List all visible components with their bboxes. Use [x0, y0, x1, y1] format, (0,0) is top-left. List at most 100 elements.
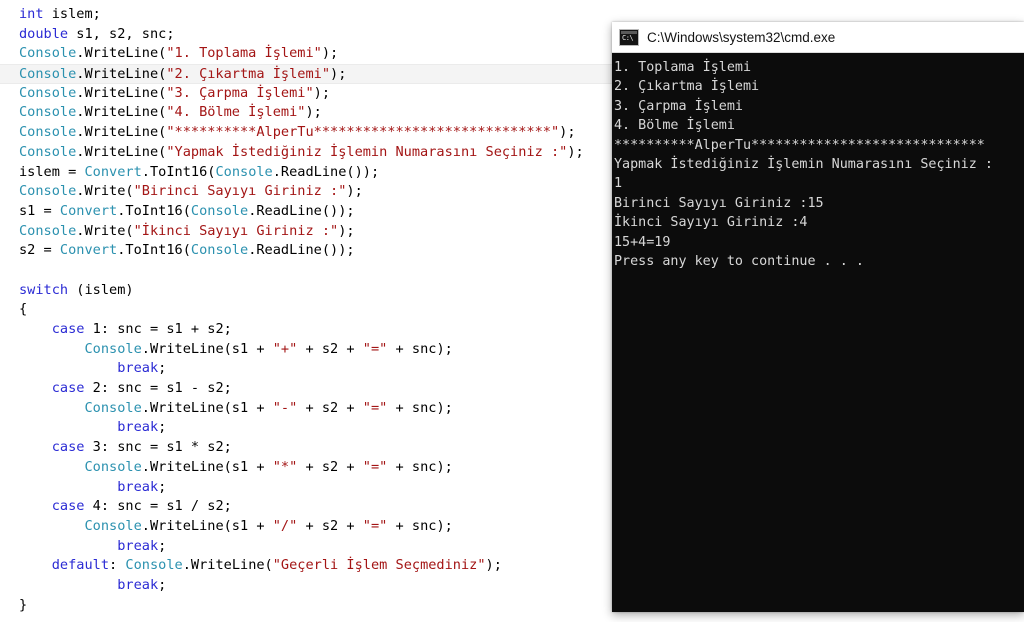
code-token-str: "Birinci Sayıyı Giriniz :"	[133, 183, 347, 200]
code-token-pl: + s2 +	[297, 399, 363, 416]
code-token-kw: break	[117, 419, 159, 436]
code-token-type: Console	[19, 183, 77, 200]
code-token-type: Console	[125, 557, 183, 574]
code-token-kw: case	[51, 380, 85, 397]
code-token-type: Convert	[84, 163, 142, 180]
code-token-kw: case	[51, 439, 85, 456]
code-token-str: "-"	[272, 399, 298, 416]
code-token-pl: );	[567, 143, 584, 160]
code-token-pl: :	[109, 557, 126, 574]
code-token-pl: );	[305, 104, 322, 121]
code-token-pl: .Write(	[76, 222, 134, 239]
code-token-pl: .WriteLine(	[76, 124, 167, 141]
code-token-pl: + s2 +	[297, 517, 363, 534]
code-token-pl: .ToInt16(	[141, 163, 216, 180]
code-token-pl: + snc);	[387, 517, 453, 534]
code-token-pl: islem =	[19, 163, 85, 180]
code-token-str: "4. Bölme İşlemi"	[166, 104, 306, 121]
code-token-type: Console	[84, 340, 142, 357]
code-token-pl: 2: snc = s1 - s2;	[84, 380, 232, 397]
console-output: 1. Toplama İşlemi 2. Çıkartma İşlemi 3. Ça…	[612, 53, 1024, 271]
code-token-pl: ;	[158, 360, 167, 377]
code-token-pl: s2 =	[19, 242, 60, 259]
console-line: 15+4=19	[614, 234, 671, 250]
code-token-pl: 4: snc = s1 / s2;	[84, 498, 232, 515]
code-token-type: Convert	[59, 202, 118, 219]
code-token-pl: + s2 +	[297, 458, 363, 475]
code-token-type: Console	[190, 202, 249, 219]
code-token-type: Console	[19, 84, 77, 101]
console-title-text: C:\Windows\system32\cmd.exe	[647, 29, 836, 45]
code-token-kw: break	[117, 360, 159, 377]
code-token-pl: s1 =	[19, 202, 60, 219]
code-token-pl: + snc);	[387, 399, 453, 416]
code-token-pl: islem;	[43, 6, 101, 22]
code-token-str: "="	[362, 399, 388, 416]
code-token-pl: .WriteLine(	[76, 66, 167, 83]
code-token-kw: default	[51, 557, 110, 574]
code-token-pl: .WriteLine(s1 +	[141, 517, 273, 534]
code-token-pl: );	[313, 84, 331, 101]
code-token-kw: switch	[19, 281, 69, 298]
code-token-pl: ;	[158, 576, 167, 593]
console-line: **********AlperTu***********************…	[614, 137, 985, 153]
code-token-type: Console	[19, 66, 77, 83]
code-token-type: Console	[19, 222, 77, 239]
code-token-str: "Geçerli İşlem Seçmediniz"	[272, 557, 486, 574]
code-token-pl: .WriteLine(	[76, 104, 167, 121]
code-token-type: Console	[215, 163, 273, 180]
code-token-kw: break	[117, 478, 159, 495]
code-token-pl: );	[321, 45, 339, 62]
code-token-kw: int	[19, 6, 44, 22]
code-token-str: "Yapmak İstediğiniz İşlemin Numarasını S…	[166, 143, 568, 160]
code-token-pl: );	[559, 124, 576, 141]
code-token-pl: + s2 +	[297, 340, 363, 357]
code-token-pl: }	[19, 596, 28, 613]
code-token-pl: ;	[158, 419, 167, 436]
console-window[interactable]: C:\Windows\system32\cmd.exe 1. Toplama İ…	[612, 22, 1024, 612]
code-token-pl: .WriteLine(	[76, 84, 167, 101]
code-token-pl: (islem)	[68, 281, 134, 298]
code-token-pl: .ReadLine());	[248, 202, 355, 219]
code-token-kw: double	[19, 25, 69, 42]
code-token-pl: .WriteLine(	[76, 143, 167, 160]
cmd-icon	[619, 28, 639, 46]
code-token-pl: 1: snc = s1 + s2;	[84, 321, 232, 337]
console-line: İkinci Sayıyı Giriniz :4	[614, 215, 808, 231]
console-line: 2. Çıkartma İşlemi	[614, 79, 760, 95]
code-token-str: "="	[362, 517, 388, 534]
console-titlebar[interactable]: C:\Windows\system32\cmd.exe	[612, 22, 1024, 53]
code-token-pl: s1, s2, snc;	[68, 25, 175, 42]
code-token-type: Console	[19, 104, 77, 121]
code-token-str: "3. Çarpma İşlemi"	[166, 84, 314, 101]
console-line: 1	[614, 176, 623, 192]
code-token-type: Convert	[59, 242, 118, 259]
code-token-pl: + snc);	[387, 340, 453, 357]
code-token-pl: );	[338, 222, 355, 239]
code-token-str: "+"	[272, 340, 298, 357]
console-line: 3. Çarpma İşlemi	[614, 98, 743, 114]
code-token-pl: .WriteLine(	[182, 557, 273, 574]
code-token-pl: .ReadLine());	[272, 163, 380, 180]
code-token-type: Console	[19, 124, 77, 141]
code-token-pl: .WriteLine(	[76, 45, 167, 62]
code-token-pl: + snc);	[387, 458, 453, 475]
code-token-pl: .ToInt16(	[117, 242, 191, 259]
code-token-kw: case	[51, 321, 85, 337]
code-token-pl: .WriteLine(s1 +	[141, 458, 273, 475]
console-line: 4. Bölme İşlemi	[614, 118, 735, 134]
code-token-type: Console	[19, 45, 77, 62]
code-token-pl: .WriteLine(s1 +	[141, 340, 273, 357]
code-token-kw: break	[117, 576, 159, 593]
